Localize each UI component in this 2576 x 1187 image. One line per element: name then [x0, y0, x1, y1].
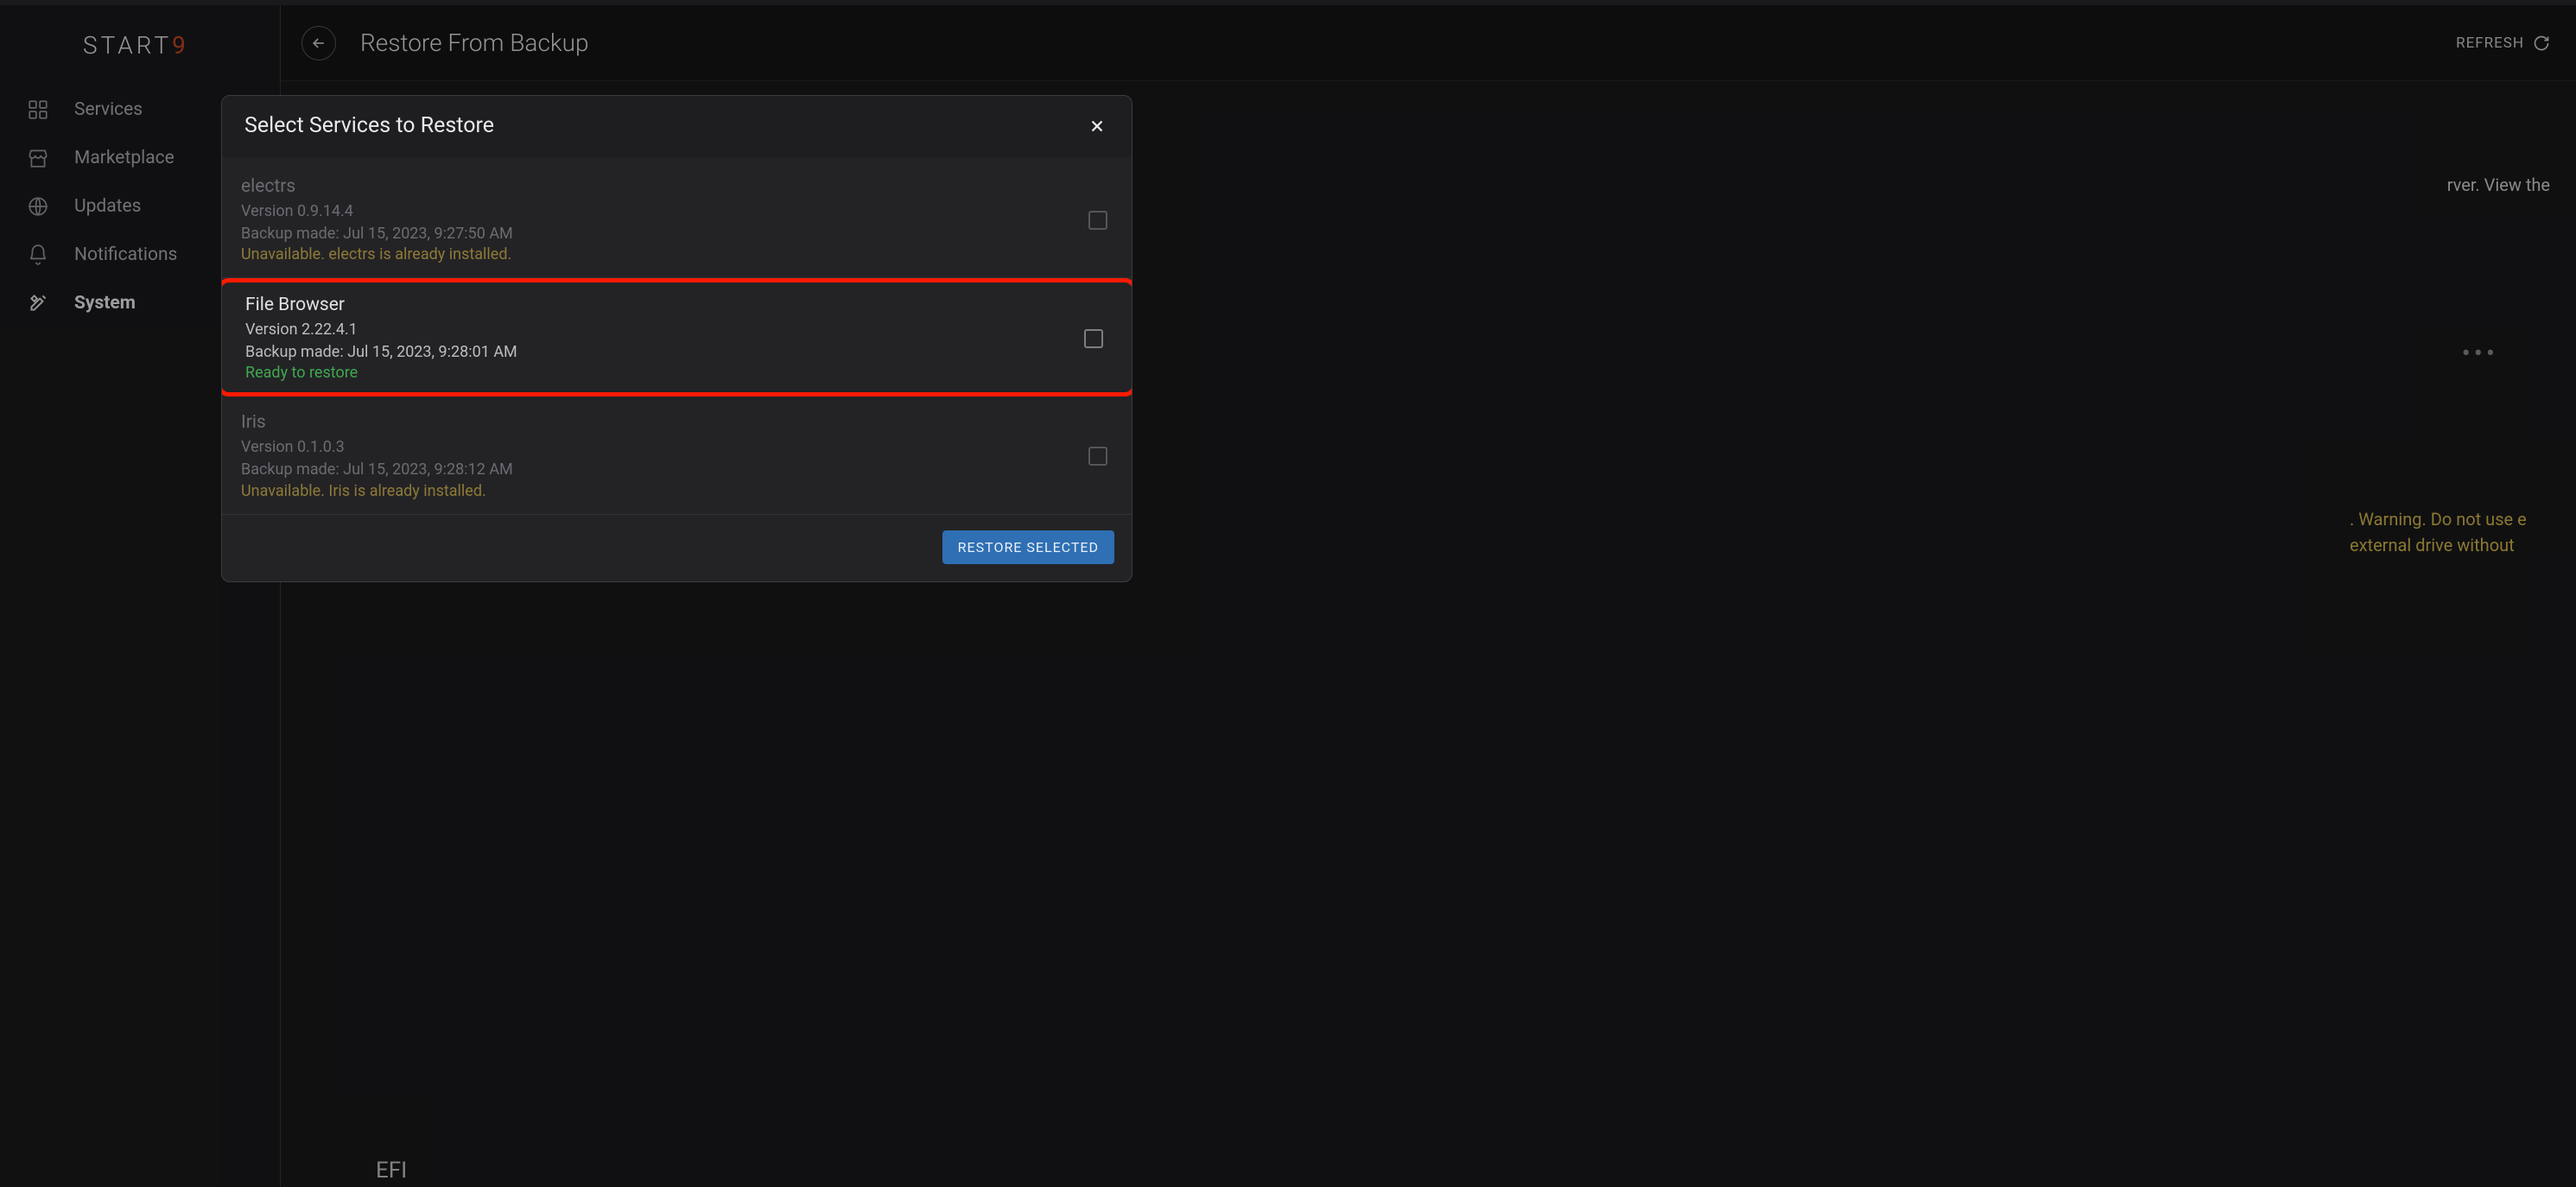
select-services-modal: Select Services to Restore electrs Versi…	[221, 95, 1133, 582]
service-info: File Browser Version 2.22.4.1 Backup mad…	[245, 295, 1084, 382]
service-status: Unavailable. Iris is already installed.	[241, 482, 1088, 500]
service-info: electrs Version 0.9.14.4 Backup made: Ju…	[241, 176, 1088, 263]
modal-header: Select Services to Restore	[222, 96, 1132, 157]
service-status: Ready to restore	[245, 364, 1084, 382]
close-icon	[1088, 117, 1107, 136]
service-name: electrs	[241, 176, 1088, 197]
service-name: File Browser	[245, 295, 1084, 315]
service-version: Version 0.9.14.4	[241, 200, 1088, 223]
service-checkbox[interactable]	[1088, 211, 1107, 230]
modal-body: electrs Version 0.9.14.4 Backup made: Ju…	[222, 157, 1132, 515]
modal-close-button[interactable]	[1085, 114, 1109, 138]
modal-title: Select Services to Restore	[244, 113, 1085, 138]
service-version: Version 2.22.4.1	[245, 319, 1084, 341]
restore-selected-button[interactable]: RESTORE SELECTED	[942, 530, 1114, 564]
service-name: Iris	[241, 412, 1088, 433]
modal-footer: RESTORE SELECTED	[222, 515, 1132, 581]
service-status: Unavailable. electrs is already installe…	[241, 245, 1088, 263]
service-info: Iris Version 0.1.0.3 Backup made: Jul 15…	[241, 412, 1088, 499]
service-row-iris: Iris Version 0.1.0.3 Backup made: Jul 15…	[222, 397, 1132, 514]
service-row-file-browser[interactable]: File Browser Version 2.22.4.1 Backup mad…	[221, 278, 1133, 397]
service-checkbox[interactable]	[1084, 329, 1103, 348]
service-checkbox[interactable]	[1088, 447, 1107, 466]
service-backup: Backup made: Jul 15, 2023, 9:27:50 AM	[241, 223, 1088, 245]
service-backup: Backup made: Jul 15, 2023, 9:28:12 AM	[241, 459, 1088, 481]
service-backup: Backup made: Jul 15, 2023, 9:28:01 AM	[245, 341, 1084, 364]
service-row-electrs: electrs Version 0.9.14.4 Backup made: Ju…	[222, 161, 1132, 278]
service-version: Version 0.1.0.3	[241, 436, 1088, 459]
